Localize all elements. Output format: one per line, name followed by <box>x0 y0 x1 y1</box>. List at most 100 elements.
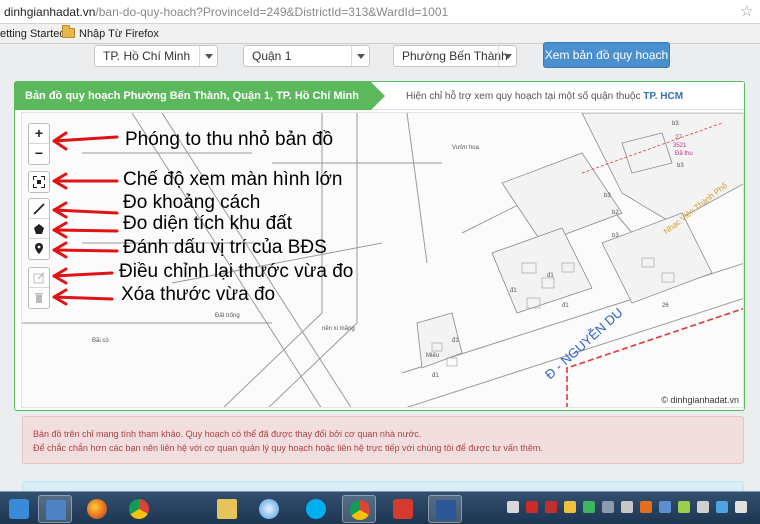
ward-select-value: Phường Bến Thành <box>402 49 508 63</box>
word-icon <box>436 500 456 520</box>
ward-select[interactable]: Phường Bến Thành <box>393 45 517 67</box>
annotation-delete: Xóa thước vừa đo <box>121 284 276 305</box>
chrome-icon <box>350 500 370 520</box>
tray-icon[interactable] <box>735 501 747 513</box>
annotation-edit: Điều chỉnh lại thước vừa đo <box>119 261 354 282</box>
district-select[interactable]: Quận 1 <box>243 45 370 67</box>
taskbar-chrome-active[interactable] <box>342 495 376 523</box>
map-label-mieu: Miếu <box>426 353 440 359</box>
fullscreen-icon <box>32 175 46 189</box>
fullscreen-control <box>28 171 50 193</box>
map-label-bai-co: Bãi cỏ <box>92 338 109 344</box>
bookmark-getting-started[interactable]: etting Started <box>0 28 65 40</box>
map-label-plot: 27 <box>675 135 682 141</box>
map-label-dat-trong: Đất trống <box>215 313 240 319</box>
map-panel-header: Bản đồ quy hoạch Phường Bến Thành, Quận … <box>15 82 744 110</box>
tray-icon[interactable] <box>583 501 595 513</box>
bookmark-star-icon[interactable]: ☆ <box>740 2 753 20</box>
annotation-distance: Đo khoảng cách <box>123 192 261 213</box>
map-label-plot: b3 <box>677 163 684 169</box>
map-title-ribbon: Bản đồ quy hoạch Phường Bến Thành, Quận … <box>15 82 385 110</box>
tray-icon[interactable] <box>545 501 557 513</box>
city-select[interactable]: TP. Hồ Chí Minh <box>94 45 218 67</box>
map-label-plot: 26 <box>662 303 669 309</box>
city-select-value: TP. Hồ Chí Minh <box>103 49 191 63</box>
trash-icon <box>35 293 43 303</box>
taskbar <box>0 491 760 524</box>
map-label-plot: đ1 <box>452 338 459 344</box>
measure-distance-button[interactable] <box>29 199 49 219</box>
annotation-marker: Đánh dấu vị trí của BĐS <box>123 237 327 258</box>
draw-toolbar <box>28 198 50 260</box>
map-label-plot: 3521 <box>673 143 687 149</box>
place-marker-button[interactable] <box>29 239 49 259</box>
taskbar-explorer[interactable] <box>38 495 72 523</box>
edit-toolbar <box>28 267 50 309</box>
district-select-value: Quận 1 <box>252 49 292 63</box>
edit-measure-button[interactable] <box>29 268 49 288</box>
notice-line-2: Để chắc chắn hơn các bạn nên liên hệ với… <box>33 443 543 453</box>
tray-icon[interactable] <box>678 501 690 513</box>
app-icon <box>393 499 413 519</box>
taskbar-folder[interactable] <box>210 495 244 523</box>
safari-icon <box>259 499 279 519</box>
support-city: TP. HCM <box>643 91 684 102</box>
annotation-zoom: Phóng to thu nhỏ bản đồ <box>125 129 334 150</box>
map-label-plot: b3 <box>672 121 679 127</box>
taskbar-firefox[interactable] <box>80 495 114 523</box>
marker-icon <box>35 243 43 254</box>
folder-icon <box>217 499 237 519</box>
skype-icon <box>306 499 326 519</box>
tray-icon[interactable] <box>507 501 519 513</box>
map-label-plot: Đã thu <box>675 151 693 157</box>
edit-icon <box>33 272 45 284</box>
zoom-out-button[interactable]: − <box>29 144 49 164</box>
map-label-nen-si-mang: nền xi măng <box>322 326 355 332</box>
tray-icon[interactable] <box>640 501 652 513</box>
taskbar-chrome[interactable] <box>122 495 156 523</box>
tray-icon[interactable] <box>526 501 538 513</box>
tray-icon[interactable] <box>697 501 709 513</box>
taskbar-safari[interactable] <box>252 495 286 523</box>
explorer-icon <box>46 500 66 520</box>
tray-icon[interactable] <box>659 501 671 513</box>
firefox-icon <box>87 499 107 519</box>
map-title: Bản đồ quy hoạch Phường Bến Thành, Quận … <box>25 90 359 102</box>
ruler-icon <box>33 203 45 215</box>
url-path: /ban-do-quy-hoach?ProvinceId=249&Distric… <box>95 5 449 19</box>
annotation-fullscreen: Chế độ xem màn hình lớn <box>123 169 343 190</box>
tray-icon[interactable] <box>716 501 728 513</box>
view-map-button[interactable]: Xem bản đồ quy hoạch <box>543 42 670 68</box>
tray-icon[interactable] <box>602 501 614 513</box>
measure-area-button[interactable] <box>29 219 49 239</box>
map-canvas[interactable]: Vườn hoa Đất trống nền xi măng Bãi cỏ Mi… <box>21 112 744 408</box>
fullscreen-button[interactable] <box>29 172 49 192</box>
disclaimer-notice: Bản đồ trên chỉ mang tính tham khảo. Quy… <box>22 416 744 464</box>
notice-line-1: Bản đồ trên chỉ mang tính tham khảo. Quy… <box>33 429 422 439</box>
zoom-control: + − <box>28 123 50 165</box>
polygon-icon <box>34 224 44 234</box>
map-label-plot: đ1 <box>547 273 554 279</box>
delete-measure-button[interactable] <box>29 288 49 308</box>
map-label-plot: b3 <box>604 193 611 199</box>
url-text[interactable]: dinhgianhadat.vn/ban-do-quy-hoach?Provin… <box>4 5 448 19</box>
map-label-plot: đ1 <box>562 303 569 309</box>
bookmark-import-firefox[interactable]: Nhập Từ Firefox <box>79 28 159 40</box>
map-label-plot: b3 <box>612 233 619 239</box>
taskbar-app[interactable] <box>386 495 420 523</box>
chrome-icon <box>129 499 149 519</box>
tray-icon[interactable] <box>621 501 633 513</box>
map-support-text: Hiện chỉ hỗ trợ xem quy hoạch tại một số… <box>406 91 683 102</box>
map-label-plot: đ1 <box>510 288 517 294</box>
browser-address-bar[interactable]: dinhgianhadat.vn/ban-do-quy-hoach?Provin… <box>0 0 760 24</box>
page-content: TP. Hồ Chí Minh Quận 1 Phường Bến Thành … <box>0 42 760 495</box>
bookmarks-bar: etting Started Nhập Từ Firefox <box>0 24 760 44</box>
chevron-down-icon <box>199 46 217 66</box>
map-label-plot: b2 <box>612 210 619 216</box>
map-attribution[interactable]: © dinhgianhadat.vn <box>657 394 743 407</box>
taskbar-word[interactable] <box>428 495 462 523</box>
start-button[interactable] <box>2 495 36 523</box>
taskbar-skype[interactable] <box>299 495 333 523</box>
zoom-in-button[interactable]: + <box>29 124 49 144</box>
tray-icon[interactable] <box>564 501 576 513</box>
